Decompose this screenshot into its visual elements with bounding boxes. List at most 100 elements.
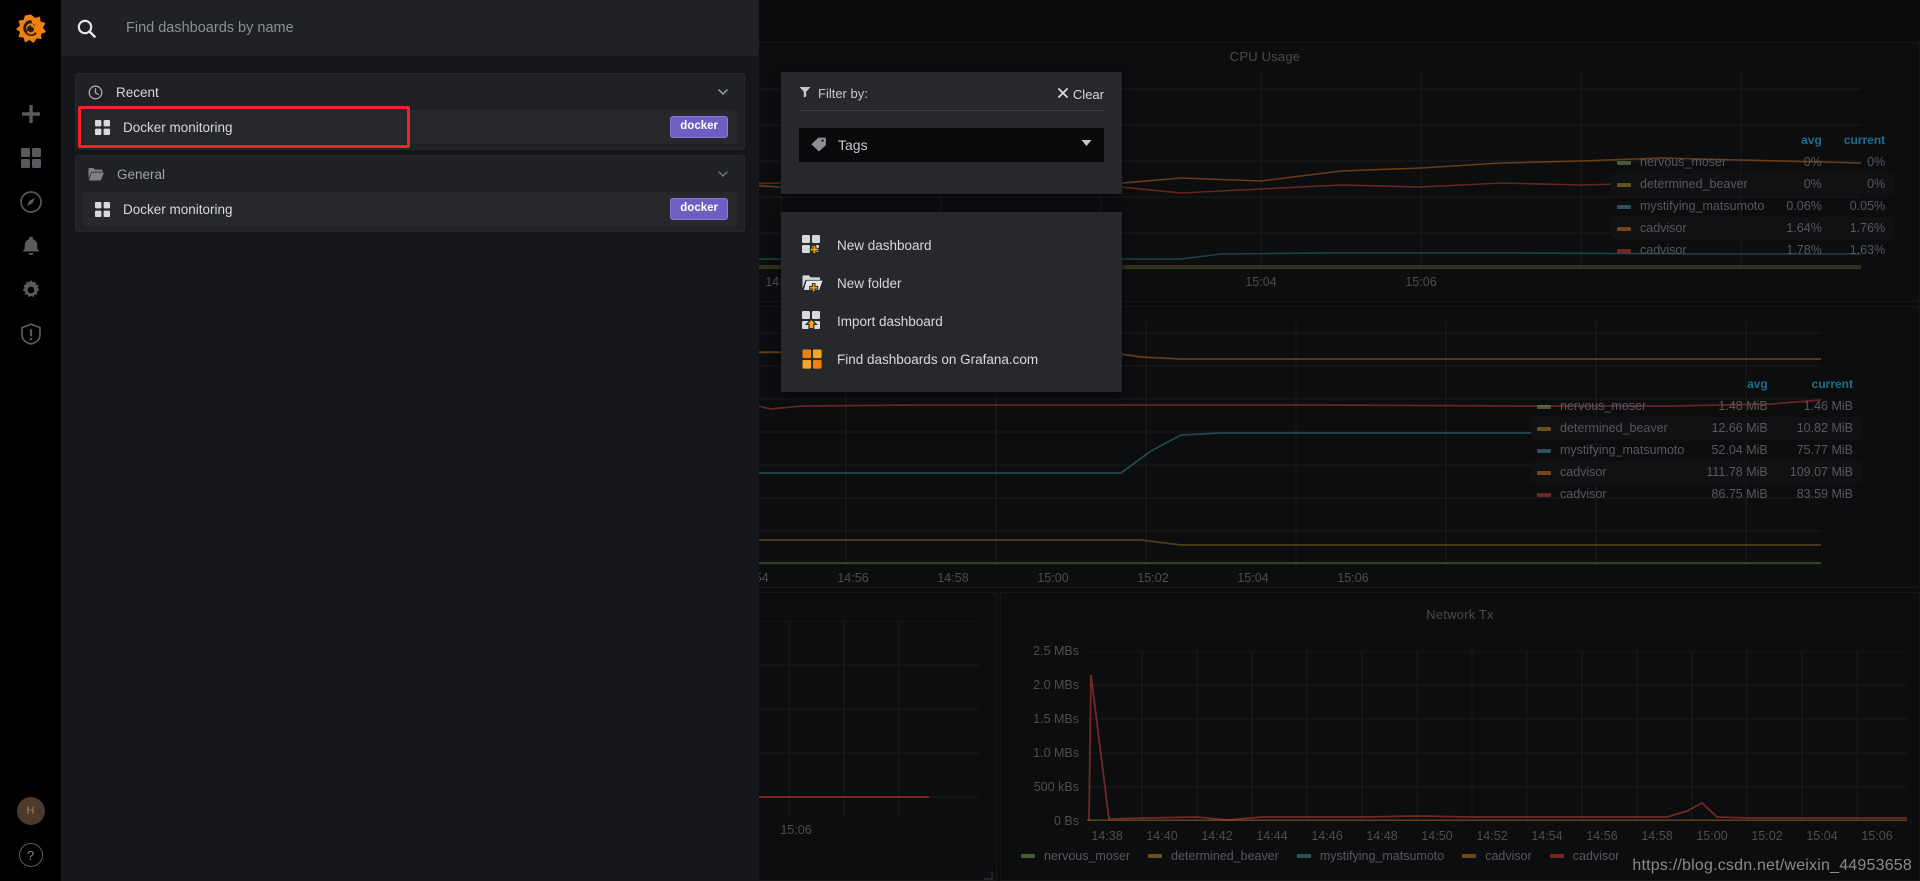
legend-series-name: mystifying_matsumoto: [1640, 199, 1765, 213]
gear-icon: [20, 279, 42, 306]
plus-icon: [20, 103, 42, 130]
grafana-logo-icon[interactable]: [9, 8, 53, 52]
legend-row[interactable]: cadvisor 111.78 MiB 109.07 MiB: [1531, 461, 1861, 483]
filter-popover-title: Filter by:: [818, 86, 868, 101]
x-tick: 14:50: [1421, 829, 1453, 843]
dashboard-tag[interactable]: docker: [670, 116, 728, 138]
sidebar-item-explore[interactable]: [0, 182, 61, 226]
help-button[interactable]: ?: [18, 843, 43, 867]
menu-item-new-folder[interactable]: New folder: [781, 264, 1122, 302]
legend-swatch: [1537, 448, 1551, 453]
dashboard-icon: [95, 119, 110, 135]
sidebar-item-configuration[interactable]: [0, 270, 61, 314]
import-dashboard-icon: [801, 310, 823, 332]
menu-item-label: New dashboard: [837, 237, 932, 253]
legend-swatch: [1617, 248, 1631, 253]
search-bar: [61, 0, 759, 57]
legend-avg: 12.66 MiB: [1692, 417, 1776, 439]
legend-swatch: [1537, 492, 1551, 497]
clear-filter-button[interactable]: Clear: [1058, 87, 1104, 102]
dashboard-tag[interactable]: docker: [670, 198, 728, 220]
close-x-icon: [1058, 87, 1068, 101]
legend-current: 1.63%: [1849, 243, 1886, 257]
legend-avg: 1.78%: [1786, 243, 1822, 257]
x-tick: 15:06: [1405, 275, 1437, 289]
legend-row[interactable]: nervous_moser 1.48 MiB 1.46 MiB: [1531, 395, 1861, 417]
panel-resize-handle[interactable]: [983, 867, 993, 880]
legend-row[interactable]: nervous_moser 0% 0%: [1611, 151, 1893, 173]
legend-series-name: mystifying_matsumoto: [1560, 443, 1685, 457]
legend-cpu-usage: avg current nervous_moser 0% 0% determin…: [1611, 131, 1894, 261]
legend-row[interactable]: mystifying_matsumoto 52.04 MiB 75.77 MiB: [1531, 439, 1861, 461]
dashboard-row-recent-docker-monitoring[interactable]: Docker monitoring docker: [83, 110, 737, 144]
search-section-general: General Docker monitoring docker: [75, 155, 745, 232]
legend-col-current: current: [1843, 133, 1886, 147]
x-tick: 14:54: [1531, 829, 1563, 843]
sidebar-item-server-admin[interactable]: [0, 314, 61, 358]
x-tick: 14:56: [1586, 829, 1618, 843]
legend-current: 0%: [1867, 155, 1886, 169]
tags-select[interactable]: Tags: [799, 127, 1104, 162]
search-input[interactable]: [126, 20, 759, 36]
legend-network-tx: nervous_moser determined_beaver mystifyi…: [1021, 849, 1619, 863]
legend-swatch: [1296, 854, 1311, 858]
y-tick: 1.5 MBs: [1033, 712, 1079, 726]
menu-item-label: Import dashboard: [837, 313, 943, 329]
chevron-down-icon[interactable]: [716, 167, 730, 181]
x-tick: 15:04: [1806, 829, 1838, 843]
legend-item[interactable]: nervous_moser: [1021, 849, 1130, 863]
legend-avg: 1.48 MiB: [1718, 399, 1768, 413]
chevron-down-icon[interactable]: [716, 85, 730, 99]
legend-swatch: [1617, 160, 1631, 165]
x-tick: 14:56: [837, 571, 869, 585]
section-header-general[interactable]: General: [76, 156, 744, 192]
legend-item[interactable]: cadvisor: [1462, 849, 1532, 863]
sidebar-item-create[interactable]: [0, 94, 61, 138]
legend-swatch: [1617, 226, 1631, 231]
legend-row[interactable]: mystifying_matsumoto 0.06% 0.05%: [1611, 195, 1893, 217]
legend-row[interactable]: cadvisor 86.75 MiB 83.59 MiB: [1531, 483, 1861, 505]
legend-current: 10.82 MiB: [1775, 417, 1861, 439]
legend-series-name: cadvisor: [1560, 465, 1607, 479]
bell-icon: [20, 235, 42, 262]
legend-avg: 111.78 MiB: [1692, 461, 1776, 483]
menu-item-find-dashboards-grafana-com[interactable]: Find dashboards on Grafana.com: [781, 340, 1122, 378]
legend-swatch: [1537, 426, 1551, 431]
sidebar-item-alerting[interactable]: [0, 226, 61, 270]
legend-item[interactable]: cadvisor: [1549, 849, 1619, 863]
x-tick: 15:04: [1245, 275, 1277, 289]
legend-row[interactable]: cadvisor 1.78% 1.63%: [1611, 239, 1893, 261]
watermark-url: https://blog.csdn.net/weixin_44953658: [1632, 857, 1912, 874]
y-tick: 2.5 MBs: [1033, 644, 1079, 658]
compass-icon: [19, 190, 42, 218]
section-header-recent[interactable]: Recent: [76, 74, 744, 110]
legend-series-name: determined_beaver: [1640, 177, 1748, 191]
clock-icon: [88, 85, 103, 100]
legend-row[interactable]: determined_beaver 0% 0%: [1611, 173, 1894, 195]
menu-item-new-dashboard[interactable]: New dashboard: [781, 226, 1122, 264]
legend-current: 0%: [1829, 173, 1894, 195]
new-dashboard-icon: [801, 234, 823, 256]
legend-item[interactable]: determined_beaver: [1148, 849, 1279, 863]
dashboard-row-general-docker-monitoring[interactable]: Docker monitoring docker: [83, 192, 737, 226]
x-tick: 14:38: [1091, 829, 1123, 843]
sidebar-bottom: H ?: [16, 797, 45, 881]
legend-current: 109.07 MiB: [1775, 461, 1861, 483]
dashboard-title: Docker monitoring: [123, 201, 233, 217]
avatar[interactable]: H: [16, 797, 45, 825]
x-tick: 14:52: [1476, 829, 1508, 843]
search-section-recent: Recent Docker monitoring docker: [75, 73, 745, 150]
sidebar-item-dashboards[interactable]: [0, 138, 61, 182]
x-tick: 15:00: [1037, 571, 1069, 585]
legend-item[interactable]: mystifying_matsumoto: [1296, 849, 1444, 863]
menu-item-import-dashboard[interactable]: Import dashboard: [781, 302, 1122, 340]
legend-swatch: [1462, 854, 1477, 858]
filter-popover: Filter by: Clear Tags: [781, 72, 1122, 194]
dashboard-search-overlay: Recent Docker monitoring docker: [61, 0, 759, 881]
legend-memory-usage: avg current nervous_moser 1.48 MiB 1.46 …: [1531, 375, 1861, 505]
legend-row[interactable]: determined_beaver 12.66 MiB 10.82 MiB: [1531, 417, 1861, 439]
legend-series-name: nervous_moser: [1044, 849, 1131, 863]
x-tick: 15:04: [1237, 571, 1269, 585]
legend-row[interactable]: cadvisor 1.64% 1.76%: [1611, 217, 1894, 239]
panel-title-network-tx: Network Tx: [1426, 607, 1494, 622]
